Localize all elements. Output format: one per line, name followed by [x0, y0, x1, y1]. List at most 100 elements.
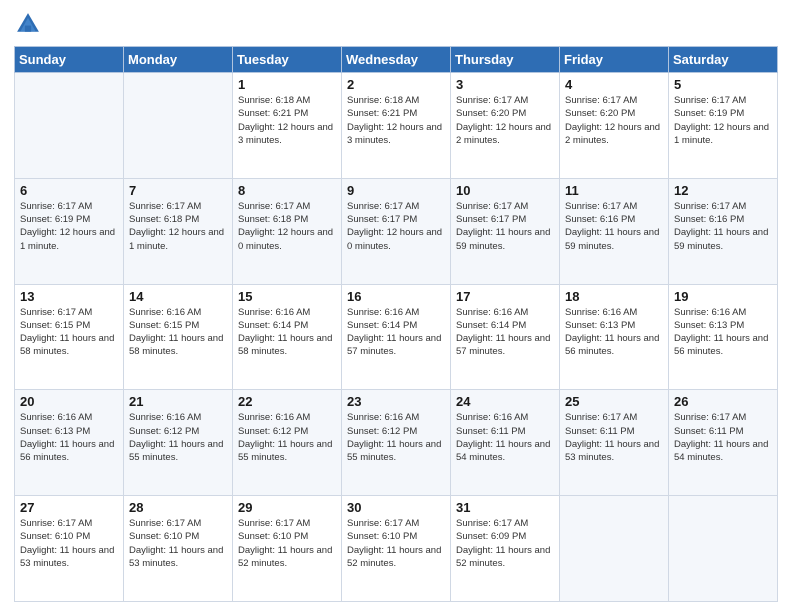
day-number: 27: [20, 500, 118, 515]
day-number: 7: [129, 183, 227, 198]
day-cell: 12 Sunrise: 6:17 AMSunset: 6:16 PMDayligh…: [669, 178, 778, 284]
day-info: Sunrise: 6:17 AMSunset: 6:11 PMDaylight:…: [674, 411, 772, 464]
day-number: 1: [238, 77, 336, 92]
weekday-header-thursday: Thursday: [451, 47, 560, 73]
calendar-page: SundayMondayTuesdayWednesdayThursdayFrid…: [0, 0, 792, 612]
weekday-header-tuesday: Tuesday: [233, 47, 342, 73]
day-cell: 14Sunrise: 6:16 AMSunset: 6:15 PMDayligh…: [124, 284, 233, 390]
day-cell: 24Sunrise: 6:16 AMSunset: 6:11 PMDayligh…: [451, 390, 560, 496]
day-cell: 9 Sunrise: 6:17 AMSunset: 6:17 PMDaylight…: [342, 178, 451, 284]
day-info: Sunrise: 6:16 AMSunset: 6:13 PMDaylight:…: [674, 306, 772, 359]
day-info: Sunrise: 6:17 AMSunset: 6:19 PMDaylight:…: [20, 200, 118, 253]
day-cell: 11 Sunrise: 6:17 AMSunset: 6:16 PMDayligh…: [560, 178, 669, 284]
day-info: Sunrise: 6:17 AMSunset: 6:17 PMDaylight:…: [456, 200, 554, 253]
day-cell: 15 Sunrise: 6:16 AMSunset: 6:14 PMDayligh…: [233, 284, 342, 390]
day-info: Sunrise: 6:17 AMSunset: 6:20 PMDaylight:…: [565, 94, 663, 147]
day-info: Sunrise: 6:17 AMSunset: 6:10 PMDaylight:…: [129, 517, 227, 570]
day-number: 30: [347, 500, 445, 515]
day-info: Sunrise: 6:18 AMSunset: 6:21 PMDaylight:…: [347, 94, 445, 147]
weekday-header-sunday: Sunday: [15, 47, 124, 73]
day-number: 17: [456, 289, 554, 304]
day-number: 18: [565, 289, 663, 304]
day-cell: [124, 73, 233, 179]
week-row-3: 13 Sunrise: 6:17 AMSunset: 6:15 PMDayligh…: [15, 284, 778, 390]
day-number: 3: [456, 77, 554, 92]
day-number: 31: [456, 500, 554, 515]
day-number: 14: [129, 289, 227, 304]
weekday-header-saturday: Saturday: [669, 47, 778, 73]
day-info: Sunrise: 6:16 AMSunset: 6:12 PMDaylight:…: [129, 411, 227, 464]
day-number: 22: [238, 394, 336, 409]
day-cell: 25 Sunrise: 6:17 AMSunset: 6:11 PMDayligh…: [560, 390, 669, 496]
day-cell: 26 Sunrise: 6:17 AMSunset: 6:11 PMDayligh…: [669, 390, 778, 496]
day-info: Sunrise: 6:17 AMSunset: 6:19 PMDaylight:…: [674, 94, 772, 147]
day-cell: 2 Sunrise: 6:18 AMSunset: 6:21 PMDaylight…: [342, 73, 451, 179]
day-info: Sunrise: 6:17 AMSunset: 6:16 PMDaylight:…: [674, 200, 772, 253]
day-number: 13: [20, 289, 118, 304]
day-info: Sunrise: 6:16 AMSunset: 6:14 PMDaylight:…: [238, 306, 336, 359]
week-row-1: 1 Sunrise: 6:18 AMSunset: 6:21 PMDaylight…: [15, 73, 778, 179]
day-cell: 1 Sunrise: 6:18 AMSunset: 6:21 PMDaylight…: [233, 73, 342, 179]
day-info: Sunrise: 6:17 AMSunset: 6:17 PMDaylight:…: [347, 200, 445, 253]
day-number: 29: [238, 500, 336, 515]
weekday-header-row: SundayMondayTuesdayWednesdayThursdayFrid…: [15, 47, 778, 73]
day-cell: 31 Sunrise: 6:17 AMSunset: 6:09 PMDayligh…: [451, 496, 560, 602]
day-number: 26: [674, 394, 772, 409]
day-number: 9: [347, 183, 445, 198]
day-number: 28: [129, 500, 227, 515]
weekday-header-wednesday: Wednesday: [342, 47, 451, 73]
day-cell: 13 Sunrise: 6:17 AMSunset: 6:15 PMDayligh…: [15, 284, 124, 390]
week-row-2: 6Sunrise: 6:17 AMSunset: 6:19 PMDaylight…: [15, 178, 778, 284]
day-cell: 3 Sunrise: 6:17 AMSunset: 6:20 PMDaylight…: [451, 73, 560, 179]
day-number: 15: [238, 289, 336, 304]
day-cell: [15, 73, 124, 179]
day-info: Sunrise: 6:17 AMSunset: 6:09 PMDaylight:…: [456, 517, 554, 570]
calendar-table: SundayMondayTuesdayWednesdayThursdayFrid…: [14, 46, 778, 602]
day-info: Sunrise: 6:18 AMSunset: 6:21 PMDaylight:…: [238, 94, 336, 147]
day-info: Sunrise: 6:17 AMSunset: 6:20 PMDaylight:…: [456, 94, 554, 147]
day-cell: 10 Sunrise: 6:17 AMSunset: 6:17 PMDayligh…: [451, 178, 560, 284]
day-info: Sunrise: 6:17 AMSunset: 6:16 PMDaylight:…: [565, 200, 663, 253]
day-cell: 23 Sunrise: 6:16 AMSunset: 6:12 PMDayligh…: [342, 390, 451, 496]
day-cell: 21 Sunrise: 6:16 AMSunset: 6:12 PMDayligh…: [124, 390, 233, 496]
day-info: Sunrise: 6:17 AMSunset: 6:15 PMDaylight:…: [20, 306, 118, 359]
day-cell: 30 Sunrise: 6:17 AMSunset: 6:10 PMDayligh…: [342, 496, 451, 602]
day-cell: 19Sunrise: 6:16 AMSunset: 6:13 PMDayligh…: [669, 284, 778, 390]
day-number: 21: [129, 394, 227, 409]
day-cell: 8Sunrise: 6:17 AMSunset: 6:18 PMDaylight…: [233, 178, 342, 284]
day-cell: 28 Sunrise: 6:17 AMSunset: 6:10 PMDayligh…: [124, 496, 233, 602]
day-number: 10: [456, 183, 554, 198]
day-cell: 6Sunrise: 6:17 AMSunset: 6:19 PMDaylight…: [15, 178, 124, 284]
day-info: Sunrise: 6:16 AMSunset: 6:14 PMDaylight:…: [347, 306, 445, 359]
day-cell: [669, 496, 778, 602]
day-number: 20: [20, 394, 118, 409]
weekday-header-friday: Friday: [560, 47, 669, 73]
day-info: Sunrise: 6:16 AMSunset: 6:12 PMDaylight:…: [347, 411, 445, 464]
day-info: Sunrise: 6:17 AMSunset: 6:18 PMDaylight:…: [129, 200, 227, 253]
day-info: Sunrise: 6:17 AMSunset: 6:11 PMDaylight:…: [565, 411, 663, 464]
day-info: Sunrise: 6:16 AMSunset: 6:11 PMDaylight:…: [456, 411, 554, 464]
day-cell: [560, 496, 669, 602]
day-cell: 22Sunrise: 6:16 AMSunset: 6:12 PMDayligh…: [233, 390, 342, 496]
week-row-5: 27 Sunrise: 6:17 AMSunset: 6:10 PMDayligh…: [15, 496, 778, 602]
day-info: Sunrise: 6:17 AMSunset: 6:10 PMDaylight:…: [347, 517, 445, 570]
day-cell: 7 Sunrise: 6:17 AMSunset: 6:18 PMDaylight…: [124, 178, 233, 284]
day-number: 4: [565, 77, 663, 92]
logo: [14, 10, 46, 38]
day-info: Sunrise: 6:17 AMSunset: 6:10 PMDaylight:…: [238, 517, 336, 570]
day-cell: 16 Sunrise: 6:16 AMSunset: 6:14 PMDayligh…: [342, 284, 451, 390]
day-cell: 20Sunrise: 6:16 AMSunset: 6:13 PMDayligh…: [15, 390, 124, 496]
day-number: 2: [347, 77, 445, 92]
day-number: 8: [238, 183, 336, 198]
day-cell: 5Sunrise: 6:17 AMSunset: 6:19 PMDaylight…: [669, 73, 778, 179]
logo-icon: [14, 10, 42, 38]
day-cell: 17 Sunrise: 6:16 AMSunset: 6:14 PMDayligh…: [451, 284, 560, 390]
day-number: 11: [565, 183, 663, 198]
day-number: 12: [674, 183, 772, 198]
day-info: Sunrise: 6:16 AMSunset: 6:14 PMDaylight:…: [456, 306, 554, 359]
day-cell: 4 Sunrise: 6:17 AMSunset: 6:20 PMDaylight…: [560, 73, 669, 179]
day-info: Sunrise: 6:17 AMSunset: 6:10 PMDaylight:…: [20, 517, 118, 570]
day-number: 25: [565, 394, 663, 409]
day-number: 16: [347, 289, 445, 304]
day-number: 23: [347, 394, 445, 409]
